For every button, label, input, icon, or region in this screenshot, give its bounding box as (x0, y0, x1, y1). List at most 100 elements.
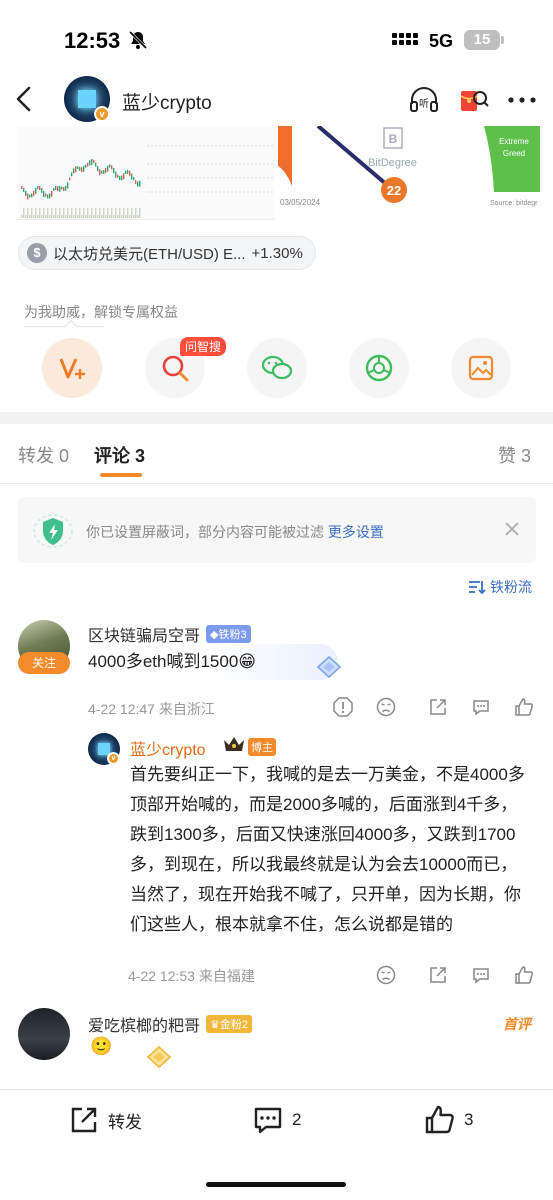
volume-bar (45, 215, 47, 218)
volume-bar (75, 208, 77, 218)
candle (29, 194, 31, 198)
tab-comments[interactable]: 评论 3 (94, 442, 145, 468)
report-icon[interactable] (333, 697, 353, 717)
share-icon[interactable] (428, 697, 448, 717)
volume-bar (37, 215, 39, 218)
candle (61, 186, 63, 190)
gauge-date: 03/05/2024 (280, 198, 321, 207)
save-image-button[interactable] (451, 338, 511, 398)
volume-bar (123, 208, 125, 218)
battery-tip (501, 36, 504, 44)
repost-button[interactable]: 转发 (68, 1104, 142, 1136)
fear-greed-image[interactable]: 22 B BitDegree Extreme Greed 03/05/2024 … (278, 126, 540, 220)
filter-notice-message: 你已设置屏蔽词，部分内容可能被过滤 (86, 524, 324, 540)
volume-bar (111, 208, 113, 218)
candle (65, 185, 67, 191)
candle (89, 160, 91, 166)
candle (123, 173, 125, 180)
candle (97, 166, 99, 172)
candle (63, 186, 65, 191)
candle (109, 164, 111, 168)
wechat-share-button[interactable] (247, 338, 307, 398)
author-name[interactable]: 蓝少crypto (122, 88, 212, 115)
candle (75, 166, 77, 173)
volume-bar (125, 215, 127, 218)
volume-bar (103, 208, 105, 218)
ticker-label: 以太坊兑美元(ETH/USD) E... (53, 245, 246, 263)
home-indicator (206, 1182, 346, 1187)
volume-bar (61, 215, 63, 218)
more-icon[interactable] (506, 84, 538, 116)
sort-toggle[interactable]: 铁粉流 (468, 577, 532, 597)
candle (31, 193, 33, 198)
volume-bar (21, 215, 23, 218)
moments-share-button[interactable] (349, 338, 409, 398)
red-packet-search-icon[interactable] (458, 84, 490, 116)
fan-badge: ◆铁粉3 (206, 625, 251, 643)
diamond-icon (316, 655, 342, 679)
price-chart-image[interactable] (17, 126, 275, 220)
volume-bar (53, 215, 55, 218)
candle (77, 166, 79, 170)
volume-bar (89, 215, 91, 218)
comment-meta: 4-22 12:47 来自浙江 (88, 699, 215, 719)
crown-icon (224, 737, 244, 751)
first-comment-tag: 首评 (503, 1016, 531, 1032)
candle (69, 177, 71, 181)
dislike-face-icon[interactable] (376, 965, 396, 985)
reply-icon[interactable] (471, 697, 491, 717)
blogger-tag: 博主 (248, 738, 276, 756)
comment-button[interactable]: 2 (252, 1104, 301, 1136)
close-icon[interactable] (503, 520, 521, 538)
v-plus-button[interactable] (42, 338, 102, 398)
candle (129, 170, 131, 176)
volume-bar (39, 208, 41, 218)
volume-bar (105, 215, 107, 218)
volume-bar (27, 208, 29, 218)
tab-repost[interactable]: 转发 0 (18, 442, 69, 468)
section-separator (0, 412, 553, 424)
candle (51, 190, 53, 197)
candle (95, 162, 97, 167)
candle (91, 159, 93, 166)
tab-repost-label: 转发 (18, 446, 54, 466)
dislike-face-icon[interactable] (376, 697, 396, 717)
tab-comments-label: 评论 (94, 446, 130, 466)
candle (59, 185, 61, 192)
wechat-icon (261, 355, 293, 380)
candle (53, 187, 55, 191)
thumbs-up-icon[interactable] (514, 697, 534, 717)
candle (79, 166, 81, 171)
commenter-avatar[interactable] (18, 1008, 70, 1060)
candle (81, 167, 83, 173)
reply-icon[interactable] (471, 965, 491, 985)
ticker-chip[interactable]: $ 以太坊兑美元(ETH/USD) E... +1.30% (18, 236, 316, 270)
candle (23, 187, 25, 192)
share-icon[interactable] (428, 965, 448, 985)
follow-button[interactable]: 关注 (18, 652, 70, 674)
reply-time: 4-22 12:53 (128, 968, 195, 984)
v-plus-icon (59, 358, 85, 379)
candle (121, 175, 123, 181)
comment-emoji: 🙂 (90, 1036, 113, 1056)
tab-comments-count: 3 (135, 446, 146, 466)
thumbs-up-icon[interactable] (514, 965, 534, 985)
headphones-icon[interactable]: 听 (408, 84, 440, 116)
more-settings-link[interactable]: 更多设置 (328, 524, 384, 540)
like-button[interactable]: 3 (424, 1104, 473, 1136)
signal-icon (392, 33, 418, 45)
reply-author-name[interactable]: 蓝少crypto (130, 736, 206, 760)
commenter-name[interactable]: 爱吃槟榔的粑哥 (88, 1012, 200, 1036)
reply-verified-badge: v (107, 752, 120, 765)
back-icon[interactable] (14, 86, 34, 112)
tab-likes-count: 3 (521, 446, 532, 466)
volume-bar (51, 208, 53, 218)
candle (135, 180, 137, 185)
sort-label: 铁粉流 (490, 579, 532, 595)
volume-bar (85, 215, 87, 218)
tab-likes[interactable]: 赞 3 (498, 442, 531, 468)
volume-bar (41, 215, 43, 218)
commenter-name[interactable]: 区块链骗局空哥 (88, 622, 200, 646)
volume-bar (59, 208, 61, 218)
sort-icon (469, 581, 486, 595)
